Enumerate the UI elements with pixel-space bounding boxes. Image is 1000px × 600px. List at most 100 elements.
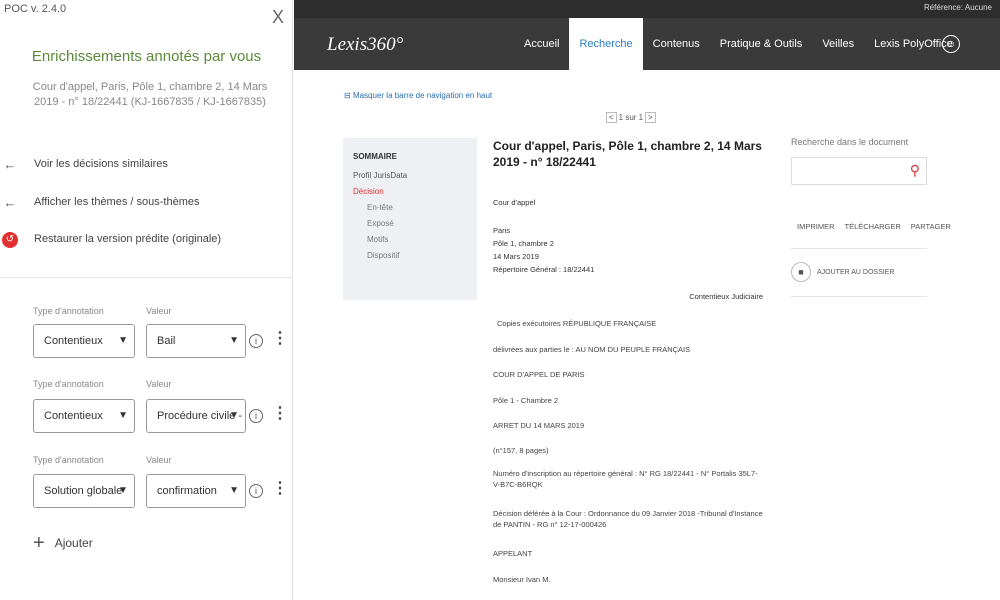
action-label: Restaurer la version prédite (originale) — [34, 233, 222, 245]
table-of-contents: SOMMAIRE Profil JurisData Décision En-tê… — [343, 138, 477, 300]
annotation-value-select[interactable]: confirmation ▼ — [146, 474, 246, 508]
more-options-icon[interactable]: ⋮ — [272, 331, 288, 347]
nav-veilles[interactable]: Veilles — [812, 18, 864, 70]
toc-item-entete[interactable]: En-tête — [353, 203, 467, 212]
divider — [791, 296, 927, 297]
paragraph: Pôle 1 - Chambre 2 — [493, 396, 559, 405]
document-reference: Cour d'appel, Paris, Pôle 1, chambre 2, … — [32, 81, 268, 108]
select-value: Solution globale — [44, 485, 123, 497]
chevron-down-icon: ▼ — [229, 335, 239, 346]
toc-item-expose[interactable]: Exposé — [353, 219, 467, 228]
meta-line: Pôle 1, chambre 2 — [493, 239, 554, 248]
info-icon[interactable]: i — [249, 484, 263, 498]
add-annotation-button[interactable]: + Ajouter — [33, 533, 93, 553]
more-options-icon[interactable]: ⋮ — [272, 406, 288, 422]
show-themes-link[interactable]: ← Afficher les thèmes / sous-thèmes — [4, 195, 200, 210]
annotation-type-select[interactable]: Solution globale ▼ — [33, 474, 135, 508]
divider — [791, 248, 927, 249]
document-tools: IMPRIMER TÉLÉCHARGER PARTAGER — [797, 222, 951, 231]
info-icon[interactable]: i — [249, 409, 263, 423]
similar-decisions-link[interactable]: ← Voir les décisions similaires — [4, 157, 168, 172]
print-button[interactable]: IMPRIMER — [797, 222, 835, 231]
annotation-type-label: Type d'annotation — [33, 379, 104, 389]
paragraph: (n°157, 8 pages) — [493, 446, 549, 455]
lexis-logo[interactable]: Lexis360° — [327, 34, 403, 56]
restore-version-link[interactable]: ↺ Restaurer la version prédite (original… — [2, 231, 222, 248]
document-body: Cour d'appel, Paris, Pôle 1, chambre 2, … — [493, 138, 763, 584]
lexis-app: Référence: Aucune Lexis360° Accueil Rech… — [294, 0, 1000, 600]
share-button[interactable]: PARTAGER — [911, 222, 951, 231]
paragraph: APPELANT — [493, 549, 533, 558]
chevron-down-icon: ▼ — [229, 485, 239, 496]
nav-pratique-outils[interactable]: Pratique & Outils — [710, 18, 813, 70]
annotation-type-label: Type d'annotation — [33, 306, 104, 316]
paragraph: délivrées aux parties le : AU NOM DU PEU… — [493, 345, 691, 354]
add-to-folder-button[interactable]: ■ AJOUTER AU DOSSIER — [791, 262, 894, 282]
chevron-down-icon: ▼ — [118, 410, 128, 421]
paragraph: Décision déférée à la Cour : Ordonnance … — [493, 509, 763, 529]
document-category: Contentieux Judiciaire — [689, 292, 763, 301]
annotation-value-label: Valeur — [146, 455, 172, 465]
version-label: POC v. 2.4.0 — [4, 3, 67, 15]
annotation-value-label: Valeur — [146, 306, 172, 316]
close-icon[interactable]: X — [272, 8, 284, 26]
search-label: Recherche dans le document — [791, 137, 909, 147]
paragraph: COUR D'APPEL DE PARIS — [493, 370, 585, 379]
prev-page-button[interactable]: < — [606, 112, 617, 123]
more-options-icon[interactable]: ⋮ — [272, 481, 288, 497]
annotation-panel: POC v. 2.4.0 X Enrichissements annotés p… — [0, 0, 293, 600]
toc-item-motifs[interactable]: Motifs — [353, 235, 467, 244]
chevron-down-icon: ▼ — [118, 335, 128, 346]
plus-icon: + — [33, 532, 45, 554]
select-value: Bail — [157, 335, 176, 347]
arrow-left-icon: ← — [3, 194, 17, 210]
select-value: Contentieux — [44, 335, 103, 347]
panel-title: Enrichissements annotés par vous — [31, 48, 262, 65]
toc-title: SOMMAIRE — [353, 152, 397, 161]
folder-icon: ■ — [791, 262, 811, 282]
document-search: ⚲ — [791, 157, 927, 185]
annotation-value-select[interactable]: Bail ▼ — [146, 324, 246, 358]
user-icon[interactable]: ☺ — [942, 35, 960, 53]
document-title: Cour d'appel, Paris, Pôle 1, chambre 2, … — [493, 139, 762, 169]
page-indicator: 1 sur 1 — [618, 113, 644, 122]
nav-recherche[interactable]: Recherche — [569, 18, 643, 70]
info-icon[interactable]: i — [249, 334, 263, 348]
download-button[interactable]: TÉLÉCHARGER — [845, 222, 901, 231]
nav-contenus[interactable]: Contenus — [643, 18, 710, 70]
divider — [0, 277, 293, 278]
meta-line: 14 Mars 2019 — [493, 252, 539, 261]
arrow-left-icon: ← — [3, 156, 17, 172]
annotation-type-select[interactable]: Contentieux ▼ — [33, 399, 135, 433]
search-input[interactable] — [792, 158, 902, 184]
restore-icon: ↺ — [0, 230, 20, 248]
annotation-value-label: Valeur — [146, 379, 172, 389]
select-value: Contentieux — [44, 410, 103, 422]
top-bar: Référence: Aucune — [294, 0, 1000, 18]
toc-item-decision[interactable]: Décision — [353, 187, 467, 196]
action-label: Afficher les thèmes / sous-thèmes — [34, 196, 200, 208]
add-label: Ajouter — [54, 536, 93, 550]
hide-navigation-link[interactable]: ⊟ Masquer la barre de navigation en haut — [344, 91, 492, 100]
chevron-down-icon: ▼ — [229, 410, 239, 421]
nav-accueil[interactable]: Accueil — [514, 18, 569, 70]
add-folder-label: AJOUTER AU DOSSIER — [817, 268, 895, 276]
annotation-type-select[interactable]: Contentieux ▼ — [33, 324, 135, 358]
document-meta: Paris Pôle 1, chambre 2 14 Mars 2019 Rép… — [493, 224, 594, 276]
annotation-value-select[interactable]: Procédure civile - ▼ — [146, 399, 246, 433]
pager: < 1 sur 1 > — [606, 112, 656, 123]
hide-nav-label: Masquer la barre de navigation en haut — [352, 91, 493, 100]
paragraph: Copies exécutoires RÉPUBLIQUE FRANÇAISE — [497, 319, 657, 328]
meta-line: Paris — [493, 226, 511, 235]
paragraph: ARRET DU 14 MARS 2019 — [493, 421, 585, 430]
main-nav: Lexis360° Accueil Recherche Contenus Pra… — [294, 18, 1000, 70]
toc-item-profil[interactable]: Profil JurisData — [353, 171, 467, 180]
select-value: confirmation — [157, 485, 217, 497]
next-page-button[interactable]: > — [645, 112, 656, 123]
court-name: Cour d'appel — [493, 198, 536, 207]
search-icon[interactable]: ⚲ — [910, 162, 920, 179]
action-label: Voir les décisions similaires — [34, 158, 168, 170]
paragraph: Monsieur Ivan M. — [493, 575, 551, 584]
toc-item-dispositif[interactable]: Dispositif — [353, 251, 467, 260]
reference-text: Référence: Aucune — [923, 3, 992, 12]
